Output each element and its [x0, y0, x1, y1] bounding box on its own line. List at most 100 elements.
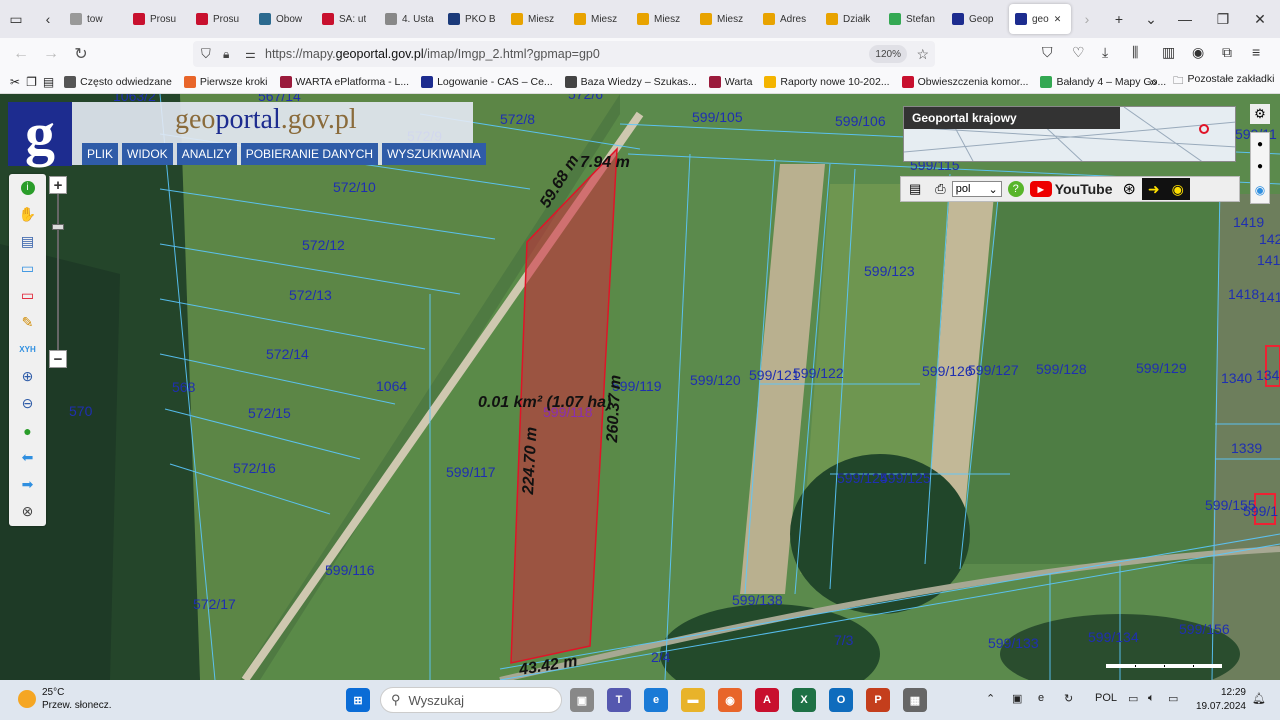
slider-plus-icon[interactable]: + [49, 176, 67, 194]
url-bar[interactable]: ⛉ 🔒︎ ⚌ https://mapy.geoportal.gov.pl/ima… [193, 41, 935, 67]
pencil-icon[interactable]: ✎ [9, 309, 46, 336]
contrast-toggle[interactable]: ➜ ◉ [1141, 178, 1190, 200]
bookmark-8[interactable]: Bałandy 4 – Mapy Go... [1040, 75, 1166, 88]
edge-icon[interactable]: e [644, 688, 668, 712]
settings-icon[interactable]: ⚙ [1250, 104, 1270, 124]
slider-knob[interactable] [52, 224, 64, 230]
menu-item-plik[interactable]: PLIK [82, 143, 119, 165]
tab-9[interactable]: Miesz [631, 4, 694, 34]
forward-icon[interactable]: → [36, 39, 66, 69]
tab-scroll-left-icon[interactable]: ‹ [32, 0, 64, 38]
tab-4[interactable]: SA: ut [316, 4, 379, 34]
coordinates-icon[interactable]: XYH [9, 336, 46, 363]
bookmark-3[interactable]: Logowanie - CAS – Ce... [421, 75, 553, 88]
back-icon[interactable]: ← [6, 39, 36, 69]
tab-7[interactable]: Miesz [505, 4, 568, 34]
bookmark-4[interactable]: Baza Wiedzy – Szukas... [564, 75, 697, 88]
sidebar-icon[interactable]: ▥ [1162, 44, 1175, 61]
tab-13[interactable]: Stefan [883, 4, 946, 34]
dot-icon[interactable]: ● [1257, 139, 1263, 150]
list-icon[interactable]: ▤ [909, 181, 921, 197]
tab-0[interactable]: tow [64, 4, 127, 34]
lock-icon[interactable]: 🔒︎ [223, 47, 229, 62]
start-icon[interactable]: ⊞ [346, 688, 370, 712]
weather-widget[interactable]: 25°C Przew. słonecz. [18, 686, 111, 712]
tab-14[interactable]: Geop [946, 4, 1009, 34]
menu-item-analizy[interactable]: ANALIZY [176, 143, 237, 165]
tray-chevron-icon[interactable]: ⌃ [986, 692, 995, 705]
tab-5[interactable]: 4. Usta [379, 4, 442, 34]
notification-bell-icon[interactable]: 🔔︎ [1252, 692, 1266, 705]
slider-minus-icon[interactable]: − [49, 350, 67, 368]
url-text[interactable]: https://mapy.geoportal.gov.pl/imap/Imgp_… [265, 47, 600, 61]
tab-10[interactable]: Miesz [694, 4, 757, 34]
menu-item-widok[interactable]: WIDOK [122, 143, 173, 165]
info-icon[interactable]: i [9, 174, 46, 201]
firefox-icon[interactable]: ◉ [718, 688, 742, 712]
close-tab-icon[interactable]: ✕ [1054, 14, 1062, 25]
slider-track[interactable] [57, 194, 59, 350]
close-window-icon[interactable]: ✕ [1240, 0, 1280, 38]
search-box[interactable]: ⚲ Wyszukaj [380, 687, 562, 713]
tab-15[interactable]: geo ✕ [1009, 4, 1071, 34]
tab-12[interactable]: Działk [820, 4, 883, 34]
accessibility-icon[interactable]: ⊛ [1123, 179, 1136, 199]
eye-icon[interactable]: ◉ [1255, 183, 1265, 197]
menu-icon[interactable]: ≡ [1252, 44, 1260, 60]
pocket-icon[interactable]: ♡ [1072, 44, 1085, 61]
menu-item-wyszukiwania[interactable]: WYSZUKIWANIA [382, 143, 486, 165]
extension-icon[interactable]: ⛉ [1042, 44, 1053, 61]
extensions-puzzle-icon[interactable]: ⧉ [1222, 44, 1232, 61]
legend-icon[interactable]: ▤ [9, 228, 46, 255]
list-all-tabs-icon[interactable]: ⌄ [1135, 0, 1167, 38]
dot-icon[interactable]: ● [1257, 161, 1263, 172]
zoom-out-icon[interactable]: ⊖ [9, 390, 46, 417]
copy-icon[interactable]: ❐ [26, 75, 37, 89]
file-explorer-icon[interactable]: ▬ [681, 688, 705, 712]
overview-map[interactable]: Geoportal krajowy [903, 106, 1236, 162]
bookmark-7[interactable]: Obwieszczenia komor... [901, 75, 1028, 88]
language-select[interactable]: pol ⌄ [951, 181, 1002, 197]
battery-icon[interactable]: ▭ [1168, 692, 1178, 705]
download-icon[interactable]: ⤓ [1102, 44, 1108, 61]
tab-scroll-right-icon[interactable]: › [1071, 0, 1103, 38]
tab-list-icon[interactable]: ▭ [0, 0, 32, 38]
excel-icon[interactable]: X [792, 688, 816, 712]
volume-icon[interactable]: 🔈︎ [1148, 692, 1155, 705]
other-bookmarks[interactable]: 🗀 Pozostałe zakładki [1173, 73, 1274, 91]
reload-icon[interactable]: ↻ [66, 39, 96, 69]
restore-icon[interactable]: ❐ [1203, 0, 1243, 38]
bookmark-2[interactable]: WARTA ePlatforma - L... [279, 75, 409, 88]
calculator-icon[interactable]: ▦ [903, 688, 927, 712]
full-extent-icon[interactable]: ⊗ [9, 498, 46, 525]
bookmark-0[interactable]: Często odwiedzane [64, 75, 172, 88]
tray-sync-icon[interactable]: ↻ [1064, 692, 1073, 705]
new-tab-icon[interactable]: + [1103, 0, 1135, 38]
acrobat-icon[interactable]: A [755, 688, 779, 712]
pan-hand-icon[interactable]: ✋ [9, 201, 46, 228]
tab-2[interactable]: Prosu [190, 4, 253, 34]
map-view[interactable]: 1063/2567/14572/9572/8572/10572/12572/13… [0, 94, 1280, 680]
clock[interactable]: 12:29 19.07.2024 [1196, 686, 1246, 714]
permissions-icon[interactable]: ⚌ [245, 47, 256, 61]
clear-selection-icon[interactable]: ▭ [9, 282, 46, 309]
tray-edge-icon[interactable]: e [1038, 692, 1044, 704]
task-view-icon[interactable]: ▣ [570, 688, 594, 712]
account-icon[interactable]: ◉ [1192, 44, 1204, 61]
youtube-link[interactable]: ▶ YouTube [1029, 181, 1113, 197]
tab-3[interactable]: Obow [253, 4, 316, 34]
layer-switcher[interactable]: ● ● ◉ [1250, 132, 1270, 204]
bookmark-1[interactable]: Pierwsze kroki [183, 75, 268, 88]
print-icon[interactable]: ⎙ [935, 181, 945, 197]
tab-1[interactable]: Prosu [127, 4, 190, 34]
library-icon[interactable]: ⫼ [1132, 44, 1138, 61]
teams-icon[interactable]: T [607, 688, 631, 712]
help-icon[interactable]: ? [1007, 181, 1024, 197]
tab-8[interactable]: Miesz [568, 4, 631, 34]
cut-icon[interactable]: ✂ [10, 75, 20, 89]
tray-app-icon[interactable]: ▣ [1012, 692, 1022, 705]
globe-icon[interactable]: ● [9, 417, 46, 444]
tab-6[interactable]: PKO B [442, 4, 505, 34]
geoportal-logo[interactable]: g [8, 102, 72, 166]
bookmark-star-icon[interactable]: ☆ [916, 46, 929, 63]
